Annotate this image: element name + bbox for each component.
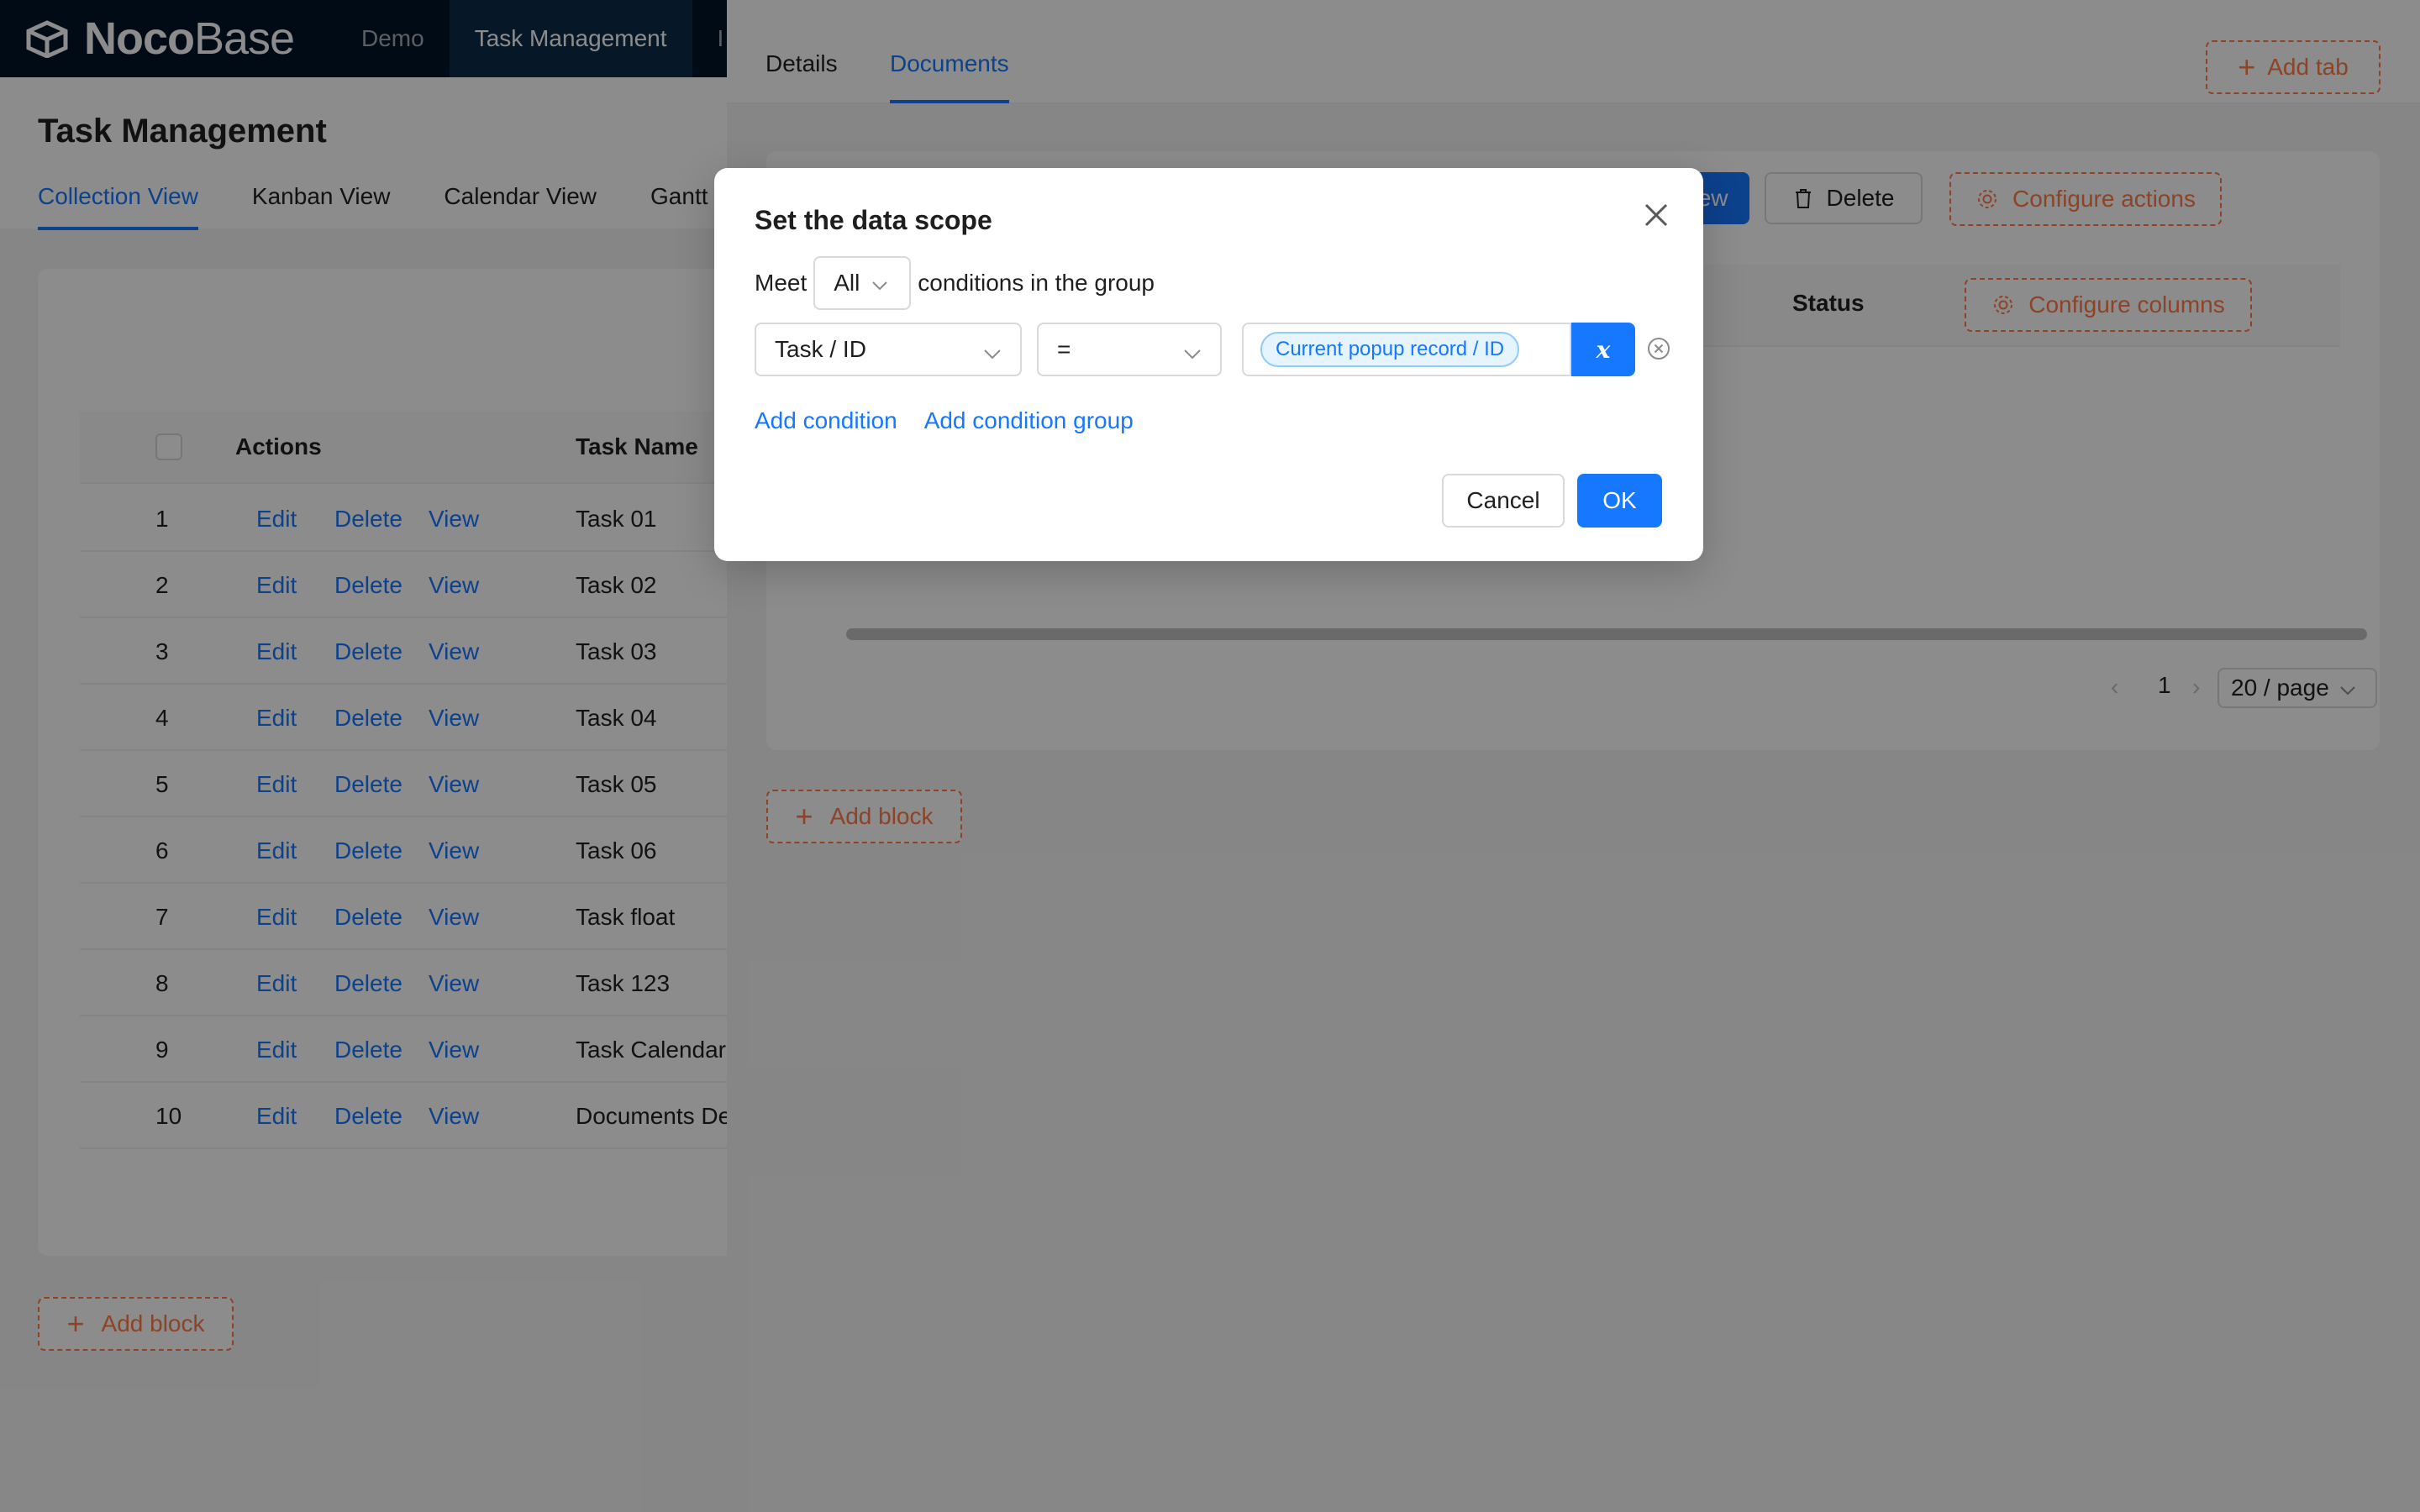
add-condition-group-link[interactable]: Add condition group xyxy=(924,407,1134,434)
modal-backdrop-left[interactable] xyxy=(0,0,727,1512)
meet-logic-value: All xyxy=(834,270,860,296)
chevron-down-icon xyxy=(983,339,1002,366)
ok-button[interactable]: OK xyxy=(1577,474,1662,528)
condition-row: Task / ID = Current popup record / ID x xyxy=(755,323,1670,376)
data-scope-modal: Set the data scope Meet All conditions i… xyxy=(714,168,1703,561)
variable-tag[interactable]: Current popup record / ID xyxy=(1260,332,1520,367)
cancel-button[interactable]: Cancel xyxy=(1442,474,1565,528)
field-select[interactable]: Task / ID xyxy=(755,323,1022,376)
chevron-down-icon xyxy=(1183,339,1202,366)
meet-suffix: conditions in the group xyxy=(918,270,1155,296)
meet-conditions-row: Meet All conditions in the group xyxy=(755,256,1155,310)
modal-title: Set the data scope xyxy=(755,205,992,235)
operator-select[interactable]: = xyxy=(1037,323,1222,376)
close-circle-icon[interactable] xyxy=(1646,336,1671,361)
chevron-down-icon xyxy=(871,270,888,297)
meet-prefix: Meet xyxy=(755,270,808,296)
condition-links: Add condition Add condition group xyxy=(755,407,1160,434)
close-icon[interactable] xyxy=(1641,200,1671,230)
variable-picker-button[interactable]: x xyxy=(1571,323,1635,376)
value-input[interactable]: Current popup record / ID xyxy=(1242,323,1571,376)
meet-logic-select[interactable]: All xyxy=(813,256,912,310)
operator-value: = xyxy=(1057,336,1071,362)
add-condition-link[interactable]: Add condition xyxy=(755,407,897,434)
field-value: Task / ID xyxy=(775,336,866,362)
